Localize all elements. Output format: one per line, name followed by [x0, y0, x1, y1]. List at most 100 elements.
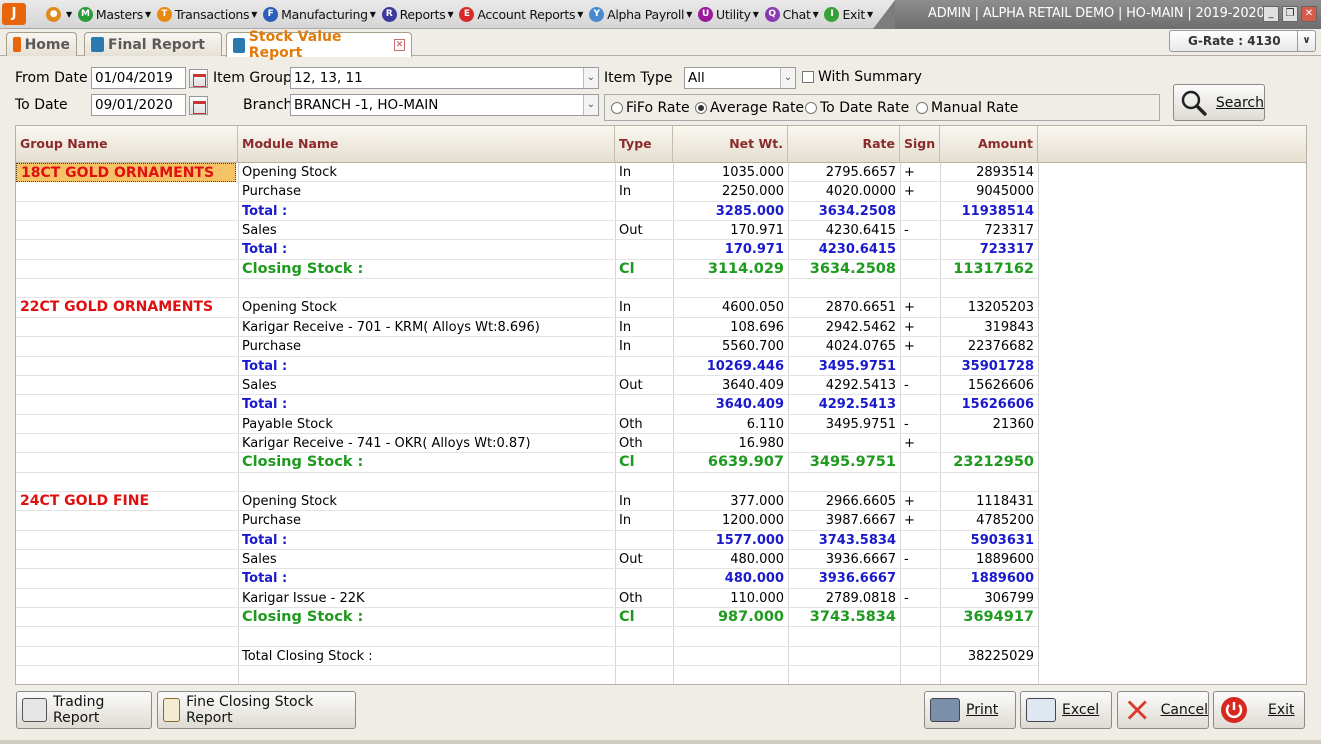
table-row[interactable]: Purchase In 5560.700 4024.0765 +22376682 [16, 337, 1038, 357]
from-date-field[interactable]: 01/04/2019 [91, 67, 186, 89]
to-date-rate-radio[interactable]: To Date Rate [805, 100, 909, 116]
closing-stock-row[interactable]: Closing Stock : Cl 3114.029 3634.2508 113171… [16, 260, 1038, 280]
cell-group [16, 240, 238, 259]
cell-module: Total : [242, 532, 288, 548]
stock-value-grid[interactable]: Group Name Module Name Type Net Wt. Rate… [15, 125, 1307, 685]
menu-alpha-payroll[interactable]: Y Alpha Payroll ▼ [589, 7, 692, 22]
menu-exit[interactable]: I Exit ▼ [824, 7, 873, 22]
table-row[interactable]: Purchase In 1200.000 3987.6667 +4785200 [16, 511, 1038, 531]
restore-icon[interactable]: ❐ [1282, 6, 1298, 22]
calendar-icon[interactable] [189, 69, 208, 88]
table-row[interactable] [16, 473, 1038, 492]
cell-module: Total : [242, 358, 288, 374]
table-row[interactable] [16, 279, 1038, 299]
menu-manufacturing[interactable]: F Manufacturing ▼ [263, 7, 376, 22]
col-type[interactable]: Type [615, 126, 673, 163]
menu-utility[interactable]: U Utility ▼ [698, 7, 759, 22]
table-row[interactable]: Sales Out 170.971 4230.6415- 723317 [16, 221, 1038, 241]
col-rate[interactable]: Rate [788, 126, 900, 163]
trading-report-button[interactable]: Trading Report [16, 691, 152, 729]
item-group-select[interactable]: 12, 13, 11 ⌄ [290, 67, 599, 89]
cell-net-wt: 110.000 [730, 590, 784, 606]
cell-rate: 4292.5413 [825, 377, 896, 393]
chevron-down-icon[interactable]: ∨ [1297, 31, 1315, 51]
total-row[interactable]: Total : 1577.000 3743.5834 5903631 [16, 531, 1038, 551]
chevron-down-icon[interactable]: ⌄ [780, 68, 795, 88]
to-date-field[interactable]: 09/01/2020 [91, 94, 186, 116]
table-row[interactable]: Total Closing Stock : 38225029 [16, 647, 1038, 667]
theme-menu[interactable]: ● ▼ [46, 7, 72, 22]
excel-button[interactable]: Excel [1020, 691, 1112, 729]
table-row[interactable]: Purchase In 2250.000 4020.0000 +9045000 [16, 182, 1038, 202]
menu-reports[interactable]: R Reports ▼ [381, 7, 454, 22]
cell-amount: 21360 [992, 416, 1034, 432]
table-row[interactable] [16, 627, 1038, 647]
tab-home[interactable]: Home [6, 32, 77, 56]
col-amount[interactable]: Amount [940, 126, 1038, 163]
col-group-name[interactable]: Group Name [16, 126, 238, 163]
cell-rate: 4292.5413 [818, 397, 896, 413]
closing-stock-row[interactable]: Closing Stock : Cl 987.000 3743.5834 3694917 [16, 608, 1038, 628]
fine-closing-stock-report-button[interactable]: Fine Closing Stock Report [157, 691, 356, 729]
cell-net-wt: 3640.409 [721, 377, 784, 393]
menu-chat[interactable]: Q Chat ▼ [764, 7, 819, 22]
menu-masters[interactable]: M Masters ▼ [77, 7, 151, 22]
trading-report-label: Trading Report [53, 694, 105, 726]
cell-rate: 4020.0000 [825, 184, 896, 200]
close-tab-icon[interactable]: ✕ [393, 39, 405, 51]
table-row[interactable]: 18CT GOLD ORNAMENTS Opening Stock In 1035.0… [16, 163, 1038, 183]
tab-final-report[interactable]: Final Report [84, 32, 222, 56]
print-button[interactable]: Print [924, 691, 1016, 729]
closing-stock-row[interactable]: Closing Stock : Cl 6639.907 3495.9751 232129… [16, 453, 1038, 473]
cell-module: Total : [242, 397, 288, 413]
excel-label: Excel [1062, 702, 1100, 718]
menu-account-reports[interactable]: E Account Reports ▼ [459, 7, 583, 22]
table-row[interactable]: Karigar Issue - 22K Oth 110.000 2789.0818- 3… [16, 589, 1038, 609]
menu-transactions[interactable]: T Transactions ▼ [156, 7, 257, 22]
col-net-wt[interactable]: Net Wt. [673, 126, 788, 163]
grate-selector[interactable]: G-Rate : 4130 ∨ [1169, 30, 1316, 52]
table-row[interactable]: Sales Out 3640.409 4292.5413- 15626606 [16, 376, 1038, 396]
average-rate-radio[interactable]: Average Rate [695, 100, 804, 116]
tab-stock-value-report[interactable]: Stock Value Report ✕ [226, 29, 412, 61]
with-summary-checkbox[interactable] [802, 71, 814, 83]
table-row[interactable]: Karigar Receive - 701 - KRM( Alloys Wt:8… [16, 318, 1038, 338]
branch-select[interactable]: BRANCH -1, HO-MAIN ⌄ [290, 94, 599, 116]
chevron-down-icon[interactable]: ⌄ [583, 95, 598, 115]
total-row[interactable]: Total : 480.000 3936.6667 1889600 [16, 569, 1038, 589]
cell-amount: 13205203 [967, 300, 1034, 316]
cell-rate [788, 647, 900, 666]
search-button[interactable]: Search [1173, 84, 1265, 121]
manual-rate-radio[interactable]: Manual Rate [916, 100, 1018, 116]
table-row[interactable]: Payable Stock Oth 6.110 3495.9751- 21360 [16, 415, 1038, 434]
cell-amount: 15626606 [961, 397, 1034, 413]
cell-rate: 3495.9751 [809, 454, 896, 471]
table-row[interactable]: Karigar Receive - 741 - OKR( Alloys Wt:0… [16, 434, 1038, 454]
cell-module: Opening Stock [242, 300, 337, 316]
total-row[interactable]: Total : 3285.000 3634.2508 11938514 [16, 202, 1038, 222]
table-row[interactable] [16, 666, 1038, 684]
total-row[interactable]: Total : 10269.446 3495.9751 35901728 [16, 357, 1038, 376]
col-sign[interactable]: Sign [900, 126, 940, 163]
cell-rate: 4230.6415 [825, 223, 896, 239]
rate-method-group: FiFo Rate Average Rate To Date Rate Manu… [604, 94, 1160, 121]
total-row[interactable]: Total : 3640.409 4292.5413 15626606 [16, 395, 1038, 415]
table-row[interactable]: Sales Out 480.000 3936.6667- 1889600 [16, 550, 1038, 570]
cell-amount: 38225029 [967, 648, 1034, 664]
table-row[interactable]: 24CT GOLD FINE Opening Stock In 377.000 2966… [16, 492, 1038, 512]
col-divider [1038, 163, 1039, 684]
app-logo-icon[interactable]: J [2, 3, 26, 25]
minimize-icon[interactable]: _ [1263, 6, 1279, 22]
close-icon[interactable]: ✕ [1301, 6, 1317, 22]
chevron-down-icon[interactable]: ⌄ [583, 68, 598, 88]
total-row[interactable]: Total : 170.971 4230.6415 723317 [16, 240, 1038, 260]
item-type-select[interactable]: All ⌄ [684, 67, 796, 89]
cancel-button[interactable]: Cancel [1117, 691, 1209, 729]
exit-button[interactable]: Exit [1213, 691, 1305, 729]
col-module-name[interactable]: Module Name [238, 126, 615, 163]
table-row[interactable]: 22CT GOLD ORNAMENTS Opening Stock In 4600.0… [16, 298, 1038, 318]
cell-rate [788, 473, 900, 492]
calendar-icon[interactable] [189, 96, 208, 115]
cell-rate: 3987.6667 [825, 513, 896, 529]
fifo-rate-radio[interactable]: FiFo Rate [611, 100, 690, 116]
